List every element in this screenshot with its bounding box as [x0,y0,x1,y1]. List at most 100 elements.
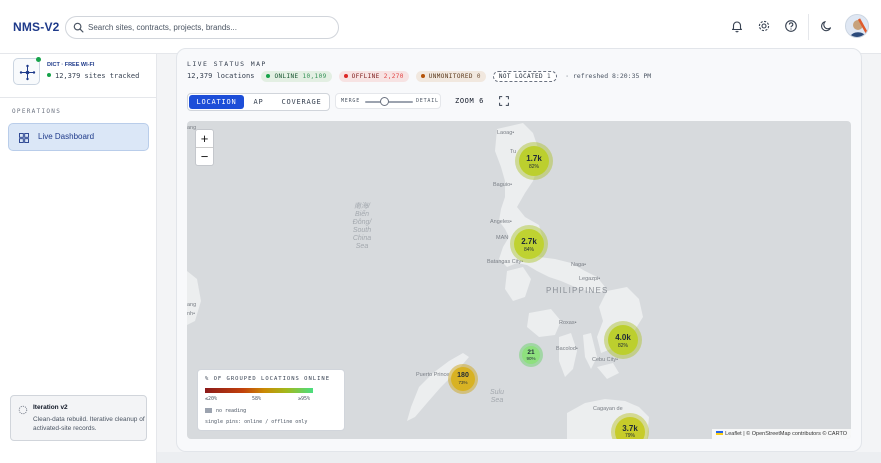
tab-ap[interactable]: AP [246,95,271,109]
fullscreen-icon[interactable] [499,96,509,106]
not-located-label: NOT LOCATED [498,72,544,80]
place-label: Laoag• [497,130,515,136]
bell-icon[interactable] [730,19,744,33]
legend-tick-low: ≤20% [205,396,218,402]
cluster-value: 4.0k [615,333,631,342]
iteration-title: Iteration v2 [33,404,68,411]
offline-dot [343,74,348,78]
offline-filter-pill[interactable]: OFFLINE 2,270 [338,70,409,82]
cluster-value: 21 [527,349,535,356]
sidebar-item-label: Live Dashboard [38,132,95,141]
online-dot [266,74,271,78]
cluster-value: 2.7k [521,237,537,246]
place-label: Bacolod• [556,346,578,352]
online-filter-pill[interactable]: ONLINE 10,109 [261,70,332,82]
org-sites-tracked: 12,379 sites tracked [47,72,139,80]
place-label: Cagayan de [593,406,623,412]
view-mode-tabs: LOCATION AP COVERAGE [187,93,330,111]
top-bar: NMS-V2 [0,0,881,54]
place-label: Puerto Prince [416,372,450,378]
place-label: ang [187,302,197,308]
iteration-description: Clean-data rebuild. Iterative cleanup of… [33,416,145,432]
gear-icon[interactable] [757,19,771,33]
section-label-operations: OPERATIONS [12,108,62,115]
slider-thumb[interactable] [379,97,389,106]
cluster-percent: 79% [624,433,635,439]
merge-label: MERGE [341,98,361,104]
cluster-marker[interactable]: 4.0k 82% [604,321,642,359]
sites-tracked-text: 12,379 sites tracked [55,72,140,80]
status-summary: 12,379 locations ONLINE 10,109 OFFLINE 2,2… [187,70,651,82]
unmonitored-filter-pill[interactable]: UNMONITORED 0 [415,70,486,82]
map-attribution[interactable]: Leaflet | © OpenStreetMap contributors ©… [712,429,851,439]
zoom-in-button[interactable]: + [196,130,213,147]
sparkle-icon [18,405,28,415]
map-canvas[interactable]: + − ang Laoag• Tu Baguio• Angeles• MAN B… [187,121,851,439]
cluster-percent: 90% [526,356,536,361]
dashboard-icon [19,133,29,143]
iteration-card: Iteration v2 Clean-data rebuild. Iterati… [10,395,147,441]
place-label: Baguio• [493,182,513,188]
not-located-count: 1 [547,72,552,80]
network-icon [13,58,40,85]
help-icon[interactable] [784,19,798,33]
place-label: ang [187,125,197,131]
place-label: Roxas• [559,320,577,326]
no-reading-text: no reading [216,408,247,414]
cluster-marker[interactable]: 1.7k 82% [515,142,553,180]
online-count: 10,109 [302,72,327,80]
place-label: Legazpi• [579,276,601,282]
tab-location[interactable]: LOCATION [189,95,244,109]
legend-title: % OF GROUPED LOCATIONS ONLINE [205,376,331,382]
place-label: nh• [187,311,196,317]
search-box[interactable] [65,16,339,39]
avatar-image [846,15,868,37]
place-label: Angeles• [490,219,512,225]
unmonitored-dot [420,74,425,78]
cluster-percent: 82% [617,343,628,349]
sea-label-sulu: Sulu Sea [489,389,504,404]
cluster-percent: 73% [458,380,468,385]
offline-label: OFFLINE [351,72,380,80]
locations-count: 12,379 locations [187,72,255,80]
no-reading-swatch [205,408,212,413]
cluster-percent: 82% [528,164,539,170]
cluster-marker[interactable]: 2.7k 84% [510,225,548,263]
legend-gradient [205,388,313,393]
sidebar-item-live-dashboard[interactable]: Live Dashboard [8,123,149,151]
org-title: DICT · FREE WI-FI [47,62,95,68]
search-input[interactable] [88,20,328,35]
org-switcher[interactable]: DICT · FREE WI-FI 12,379 sites tracked [0,54,156,98]
cluster-value: 3.7k [622,424,638,433]
avatar[interactable] [845,14,869,38]
not-located-filter-pill[interactable]: NOT LOCATED 1 [492,70,558,82]
sea-label-south-china: 南海/ Biển Đông/ South China Sea [352,203,372,250]
ukraine-flag-icon [716,431,724,435]
refreshed-timestamp: · refreshed 8:20:35 PM [565,72,652,80]
app-logo[interactable]: NMS-V2 [13,20,60,34]
merge-detail-slider[interactable]: MERGE DETAIL [335,93,441,109]
legend-tick-high: ≥95% [298,396,311,402]
moon-icon[interactable] [820,19,834,33]
cluster-marker[interactable]: 180 73% [448,364,478,394]
place-label: Cebu City• [592,357,619,363]
topbar-divider [808,14,809,40]
legend-single-pins: single pins: online / offline only [205,419,308,425]
detail-label: DETAIL [416,98,439,104]
slider-track[interactable] [365,101,413,103]
cluster-percent: 84% [523,247,534,253]
cluster-value: 1.7k [526,154,542,163]
zoom-out-button[interactable]: − [196,148,213,165]
unmonitored-count: 0 [476,72,481,80]
tab-coverage[interactable]: COVERAGE [274,95,329,109]
sidebar: DICT · FREE WI-FI 12,379 sites tracked O… [0,54,157,463]
cluster-marker[interactable]: 21 90% [519,343,543,367]
cluster-value: 180 [457,372,469,379]
legend-tick-mid: 58% [252,396,262,402]
country-label: PHILIPPINES [546,286,609,295]
zoom-level: ZOOM 6 [455,97,484,105]
online-dot [47,73,51,77]
online-label: ONLINE [274,72,299,80]
offline-count: 2,270 [383,72,404,80]
place-label: MAN [496,235,509,241]
